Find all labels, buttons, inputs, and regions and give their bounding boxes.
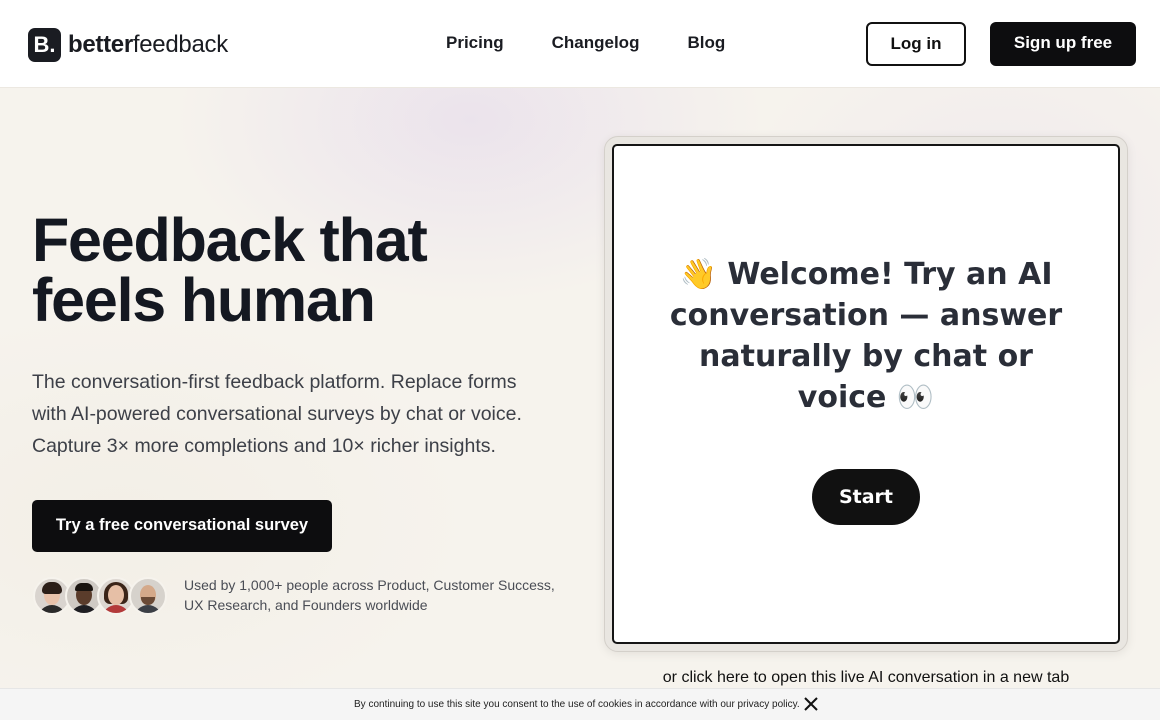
logo-wordmark-light: feedback xyxy=(132,31,228,58)
nav-link-pricing[interactable]: Pricing xyxy=(446,33,504,53)
hero-title-line-2: feels human xyxy=(32,266,376,334)
main-nav: Pricing Changelog Blog xyxy=(446,33,725,53)
cookie-consent-text: By continuing to use this site you conse… xyxy=(354,699,800,710)
cookie-bar: By continuing to use this site you conse… xyxy=(0,688,1160,720)
logo-wordmark-bold: better xyxy=(68,31,133,58)
nav-link-changelog[interactable]: Changelog xyxy=(552,33,640,53)
site-header: B. betterfeedback Pricing Changelog Blog… xyxy=(0,0,1160,88)
login-button[interactable]: Log in xyxy=(866,22,966,66)
logo-mark-icon: B. xyxy=(28,28,61,62)
avatar-group xyxy=(33,577,167,615)
signup-button[interactable]: Sign up free xyxy=(990,22,1136,66)
logo-wordmark: betterfeedback xyxy=(68,31,228,59)
start-button[interactable]: Start xyxy=(812,469,920,525)
welcome-message: 👋 Welcome! Try an AI conversation — answ… xyxy=(669,257,1063,415)
avatar xyxy=(129,577,167,615)
try-survey-button[interactable]: Try a free conversational survey xyxy=(32,500,332,552)
social-proof-text: Used by 1,000+ people across Product, Cu… xyxy=(184,577,555,613)
hero-title: Feedback that feels human xyxy=(32,210,552,331)
hero-title-line-1: Feedback that xyxy=(32,206,428,274)
nav-link-blog[interactable]: Blog xyxy=(687,33,725,53)
logo[interactable]: B. betterfeedback xyxy=(28,28,228,62)
open-conversation-link[interactable]: or click here to open this live AI conve… xyxy=(604,668,1128,688)
hero-subtitle: The conversation-first feedback platform… xyxy=(32,371,522,457)
close-icon[interactable] xyxy=(801,694,821,714)
